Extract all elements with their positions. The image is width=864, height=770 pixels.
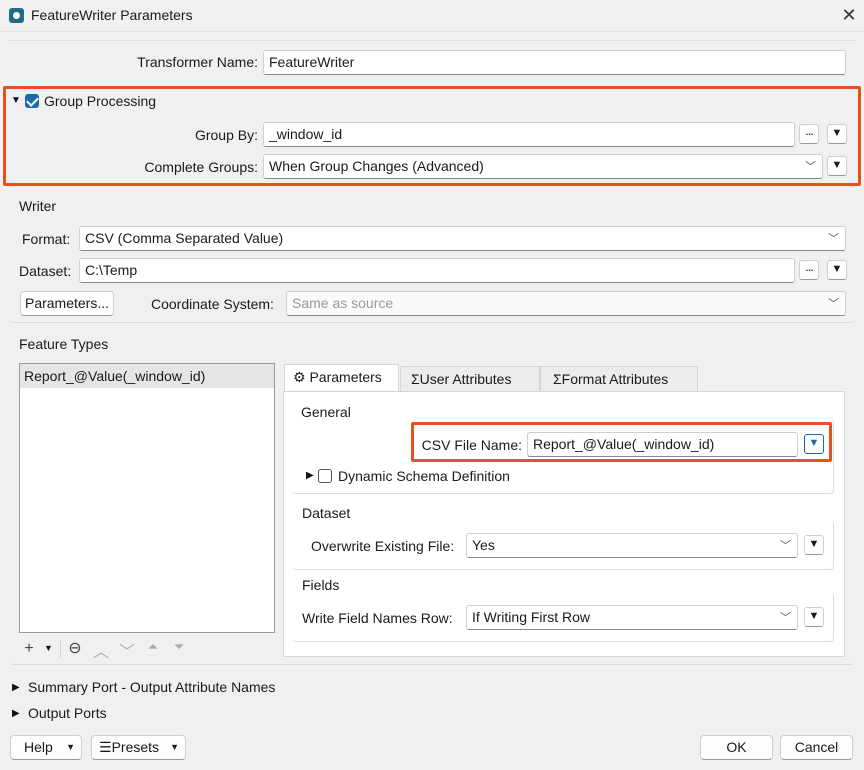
group-processing-checkbox[interactable] — [25, 94, 39, 108]
attribute-icon: Σ — [553, 371, 562, 387]
chevron-down-icon: ﹀ — [805, 161, 816, 173]
tab-format-attributes[interactable]: ΣFormat Attributes — [540, 366, 698, 392]
dynamic-schema-checkbox[interactable] — [318, 469, 332, 483]
move-bottom-icon[interactable]: ⏷ — [170, 639, 188, 655]
attribute-icon: Σ — [411, 371, 420, 387]
help-button-label: Help — [24, 739, 53, 755]
complete-groups-label: Complete Groups: — [144, 159, 258, 175]
chevron-down-icon: ﹀ — [780, 612, 791, 624]
dropdown-arrow-icon[interactable]: ▼ — [804, 434, 824, 454]
complete-groups-select[interactable]: When Group Changes (Advanced) ﹀ — [263, 154, 823, 179]
chevron-down-icon: ﹀ — [828, 298, 839, 310]
ellipsis-icon[interactable]: ... — [799, 124, 819, 144]
expand-triangle-icon[interactable]: ▶ — [12, 708, 20, 719]
writer-parameters-button[interactable]: Parameters... — [20, 291, 114, 316]
chevron-down-icon[interactable]: ▼ — [44, 643, 53, 653]
write-field-names-label: Write Field Names Row: — [302, 610, 453, 626]
chevron-down-icon: ﹀ — [828, 233, 839, 245]
csv-file-name-input[interactable]: Report_@Value(_window_id) — [527, 432, 798, 457]
complete-groups-value: When Group Changes (Advanced) — [269, 158, 484, 174]
format-value: CSV (Comma Separated Value) — [85, 230, 284, 246]
list-item[interactable]: Report_@Value(_window_id) — [20, 364, 274, 388]
title-bar: FeatureWriter Parameters ✕ — [0, 0, 864, 32]
transformer-name-input[interactable]: FeatureWriter — [263, 50, 846, 75]
expand-triangle-icon[interactable]: ▶ — [12, 682, 20, 693]
csv-file-name-label: CSV File Name: — [421, 437, 522, 453]
divider — [8, 40, 856, 41]
app-icon — [9, 8, 24, 23]
dropdown-arrow-icon[interactable]: ▼ — [804, 535, 824, 555]
tab-user-attributes-label: User Attributes — [419, 371, 512, 387]
output-ports-section[interactable]: Output Ports — [28, 705, 107, 721]
presets-button-label: Presets — [111, 739, 160, 755]
overwrite-label: Overwrite Existing File: — [311, 538, 455, 554]
general-label: General — [301, 404, 351, 420]
coordinate-system-value: Same as source — [292, 295, 394, 311]
tab-user-attributes[interactable]: ΣUser Attributes — [400, 366, 540, 392]
minus-icon[interactable]: ⊖ — [66, 638, 84, 658]
overwrite-value: Yes — [472, 537, 495, 553]
coordinate-system-label: Coordinate System: — [151, 296, 274, 312]
presets-button[interactable]: ☰Presets ▼ — [91, 735, 186, 760]
chevron-down-icon: ▼ — [170, 742, 179, 752]
cancel-button[interactable]: Cancel — [780, 735, 853, 760]
fields-group-label: Fields — [302, 577, 340, 593]
tab-parameters-label: Parameters — [309, 369, 382, 385]
feature-type-list[interactable]: Report_@Value(_window_id) — [19, 363, 275, 633]
help-button[interactable]: Help ▼ — [10, 735, 82, 760]
move-top-icon[interactable]: ⏶ — [144, 639, 162, 655]
group-processing-label: Group Processing — [44, 93, 157, 109]
tab-format-attributes-label: Format Attributes — [561, 371, 669, 387]
dataset-input[interactable]: C:\Temp — [79, 258, 795, 283]
plus-icon[interactable]: + — [20, 640, 38, 658]
format-label: Format: — [22, 231, 71, 247]
divider — [60, 640, 61, 658]
close-icon[interactable]: ✕ — [838, 4, 860, 26]
dynamic-schema-label: Dynamic Schema Definition — [338, 468, 510, 484]
format-select[interactable]: CSV (Comma Separated Value) ﹀ — [79, 226, 846, 251]
tab-parameters[interactable]: ⚙ Parameters — [284, 364, 399, 392]
dataset-label: Dataset: — [19, 263, 72, 279]
gear-icon: ⚙ — [293, 369, 306, 385]
window-title: FeatureWriter Parameters — [31, 7, 193, 23]
ok-button[interactable]: OK — [700, 735, 773, 760]
dataset-group-label: Dataset — [302, 505, 351, 521]
arrow-down-icon[interactable]: ﹀ — [118, 638, 136, 662]
expand-triangle-icon[interactable]: ▶ — [306, 470, 314, 481]
dropdown-arrow-icon[interactable]: ▼ — [827, 124, 847, 144]
dropdown-arrow-icon[interactable]: ▼ — [827, 156, 847, 176]
arrow-up-icon[interactable]: ︿ — [92, 638, 110, 662]
dropdown-arrow-icon[interactable]: ▼ — [804, 607, 824, 627]
presets-icon: ☰ — [99, 739, 112, 755]
transformer-name-label: Transformer Name: — [137, 54, 258, 70]
coordinate-system-select[interactable]: Same as source ﹀ — [286, 291, 846, 316]
dropdown-arrow-icon[interactable]: ▼ — [827, 260, 847, 280]
summary-port-section[interactable]: Summary Port - Output Attribute Names — [28, 679, 275, 695]
write-field-names-value: If Writing First Row — [472, 609, 590, 625]
write-field-names-select[interactable]: If Writing First Row ﹀ — [466, 605, 798, 630]
chevron-down-icon: ﹀ — [780, 540, 791, 552]
collapse-triangle-icon[interactable]: ▼ — [11, 95, 21, 106]
overwrite-select[interactable]: Yes ﹀ — [466, 533, 798, 558]
group-by-input[interactable]: _window_id — [263, 122, 795, 147]
chevron-down-icon: ▼ — [66, 742, 75, 752]
ellipsis-icon[interactable]: ... — [799, 260, 819, 280]
group-by-label: Group By: — [194, 127, 258, 143]
